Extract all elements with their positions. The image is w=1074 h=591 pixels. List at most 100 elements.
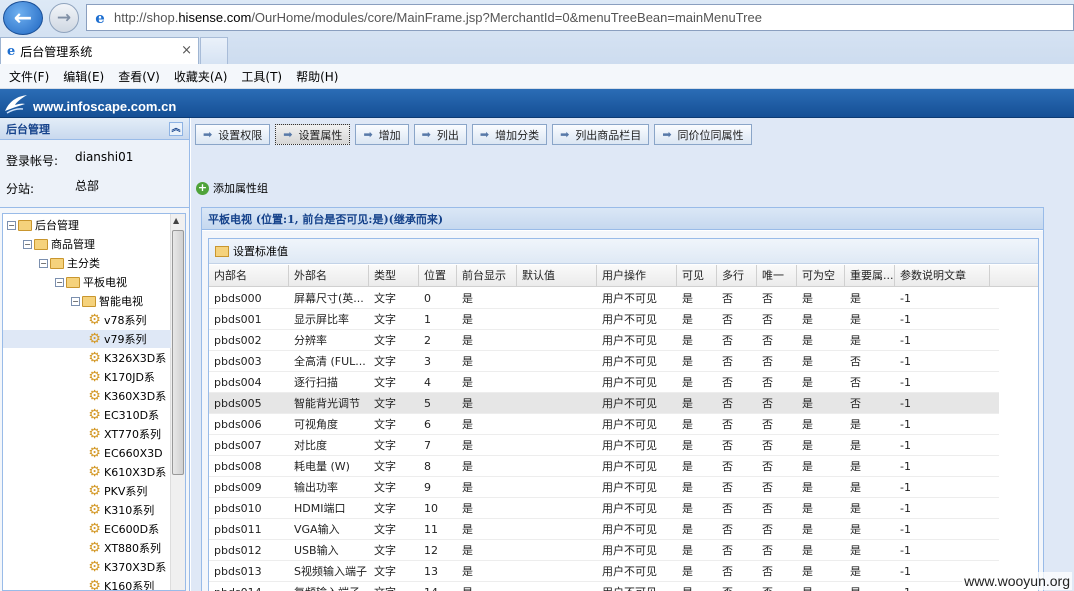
collapse-toggle-icon[interactable]: − [55,277,64,287]
tree-item[interactable]: ⚙ EC660X3D [87,444,162,462]
branch-value: 总部 [75,179,100,193]
table-cell: pbds003 [214,355,262,368]
menu-item[interactable]: 收藏夹(A) [167,68,235,85]
table-cell: 文字 [374,397,396,410]
toolbar-button[interactable]: ➡ 同价位同属性 [654,124,752,145]
tree-item[interactable]: ⚙ EC310D系 [87,406,159,424]
table-row[interactable]: pbds010 HDMI端口 文字 10 是 用户不可见 是 否 否 是 是 -1 [209,498,999,519]
table-row[interactable]: pbds000 屏幕尺寸(英... 文字 0 是 用户不可见 是 否 否 是 是 -1 [209,288,999,309]
column-header[interactable]: 位置 [419,265,457,287]
tree-item[interactable]: ⚙ K160系列 [87,577,154,590]
table-cell: 否 [762,481,773,494]
column-header[interactable]: 可为空 [797,265,845,287]
table-row[interactable]: pbds012 USB输入 文字 12 是 用户不可见 是 否 否 是 是 -1 [209,540,999,561]
tree-item[interactable]: ⚙ K326X3D系 [87,349,166,367]
main-content: ➡ 设置权限 ➡ 设置属性 ➡ 增加 ➡ 列出 ➡ 增加分类 ➡ 列出商品栏目 ➡ 同价位同属性 + 添加… [191,118,1074,591]
collapse-toggle-icon[interactable]: − [23,239,32,249]
table-row[interactable]: pbds007 对比度 文字 7 是 用户不可见 是 否 否 是 是 -1 [209,435,999,456]
column-header[interactable]: 类型 [369,265,419,287]
column-header[interactable]: 用户操作 [597,265,677,287]
toolbar-button[interactable]: ➡ 增加 [355,124,409,145]
table-cell: 否 [850,376,861,389]
table-row[interactable]: pbds005 智能背光调节 文字 5 是 用户不可见 是 否 否 是 否 -1 [209,393,999,414]
tree-scrollbar[interactable]: ▲ [170,214,185,590]
tree-item-label: XT880系列 [104,542,162,555]
menu-item[interactable]: 帮助(H) [289,68,345,85]
menu-item[interactable]: 编辑(E) [56,68,111,85]
table-cell: 逐行扫描 [294,376,338,389]
tree-item[interactable]: − 平板电视 [55,273,127,291]
table-row[interactable]: pbds001 显示屏比率 文字 1 是 用户不可见 是 否 否 是 是 -1 [209,309,999,330]
tree-item[interactable]: − 后台管理 [7,216,79,234]
tree-item[interactable]: − 主分类 [39,254,100,272]
tree-scroll-thumb[interactable] [172,230,184,475]
table-cell: 是 [677,582,717,591]
column-header[interactable]: 可见 [677,265,717,287]
toolbar-button[interactable]: ➡ 设置属性 [275,124,351,145]
table-row[interactable]: pbds011 VGA输入 文字 11 是 用户不可见 是 否 否 是 是 -1 [209,519,999,540]
table-cell: 8 [424,460,431,473]
menu-item[interactable]: 工具(T) [234,68,289,85]
table-cell: 是 [802,439,813,452]
account-label: 登录帐号: [6,154,59,168]
column-header[interactable]: 参数说明文章 [895,265,990,287]
column-header[interactable]: 唯一 [757,265,797,287]
tree-item[interactable]: ⚙ K360X3D系 [87,387,166,405]
tree-item[interactable]: ⚙ v79系列 [3,330,171,348]
menu-item[interactable]: 查看(V) [111,68,167,85]
tree-item[interactable]: ⚙ PKV系列 [87,482,147,500]
collapse-icon[interactable]: ︽ [169,122,183,136]
scroll-up-icon[interactable]: ▲ [173,216,179,225]
table-row[interactable]: pbds008 耗电量 (W) 文字 8 是 用户不可见 是 否 否 是 是 -1 [209,456,999,477]
tree-item[interactable]: − 智能电视 [71,292,143,310]
table-row[interactable]: pbds013 S视频输入端子 文字 13 是用户不可见是否否是是 -1 [209,561,999,582]
tree-item[interactable]: ⚙ v78系列 [87,311,146,329]
table-row[interactable]: pbds004 逐行扫描 文字 4 是 用户不可见 是 否 否 是 否 -1 [209,372,999,393]
back-button[interactable]: ← [3,1,43,35]
column-header[interactable]: 重要属... [845,265,895,287]
tree-item[interactable]: ⚙ XT770系列 [87,425,161,443]
tree-item[interactable]: ⚙ XT880系列 [87,539,161,557]
collapse-toggle-icon[interactable]: − [7,220,16,230]
ie-page-icon: e [95,8,105,27]
table-row[interactable]: pbds003 全高清 (FUL... 文字 3 是 用户不可见 是 否 否 是 否 -1 [209,351,999,372]
table-cell: 否 [762,292,773,305]
column-header[interactable]: 默认值 [517,265,597,287]
column-header[interactable]: 内部名 [209,265,289,287]
collapse-toggle-icon[interactable]: − [39,258,48,268]
gear-icon: ⚙ [88,368,101,385]
tree-item[interactable]: ⚙ EC600D系 [87,520,159,538]
address-url[interactable]: http://shop.hisense.com/OurHome/modules/… [114,10,762,25]
tree-item[interactable]: ⚙ K310系列 [87,501,154,519]
toolbar-button[interactable]: ➡ 增加分类 [471,124,548,145]
table-cell: 是 [682,376,693,389]
column-header[interactable]: 前台显示 [457,265,517,287]
table-row[interactable]: pbds009 输出功率 文字 9 是 用户不可见 是 否 否 是 是 -1 [209,477,999,498]
forward-button[interactable]: → [49,3,79,33]
tree-item[interactable]: ⚙ K370X3D系 [87,558,166,576]
toolbar-button-label: 同价位同属性 [677,128,744,142]
new-tab-button[interactable] [200,37,228,64]
tree-item[interactable]: ⚙ K170JD系 [87,368,155,386]
address-bar[interactable]: e http://shop.hisense.com/OurHome/module… [86,4,1074,31]
toolbar-button[interactable]: ➡ 列出 [413,124,467,145]
collapse-toggle-icon[interactable]: − [71,296,80,306]
table-cell: 是 [682,313,693,326]
table-cell: 是 [462,376,473,389]
toolbar-button[interactable]: ➡ 设置权限 [195,124,271,145]
add-attribute-group-button[interactable]: + 添加属性组 [196,180,268,196]
set-standard-value-button[interactable]: 设置标准值 [209,239,1038,264]
folder-icon [50,257,64,269]
table-row[interactable]: pbds014复频输入端子文字14是用户不可见是否否是是-1 [209,582,999,591]
tree-item[interactable]: − 商品管理 [23,235,95,253]
tab-close-icon[interactable]: × [181,43,192,58]
table-row[interactable]: pbds002 分辨率 文字 2 是 用户不可见 是 否 否 是 是 -1 [209,330,999,351]
tree-item[interactable]: ⚙ K610X3D系 [87,463,166,481]
column-header[interactable]: 多行 [717,265,757,287]
column-header[interactable]: 外部名 [289,265,369,287]
table-cell: 用户不可见 [602,355,657,368]
browser-tab[interactable]: e 后台管理系统 × [0,37,199,64]
menu-item[interactable]: 文件(F) [2,68,56,85]
toolbar-button[interactable]: ➡ 列出商品栏目 [552,124,650,145]
table-row[interactable]: pbds006 可视角度 文字 6 是 用户不可见 是 否 否 是 是 -1 [209,414,999,435]
